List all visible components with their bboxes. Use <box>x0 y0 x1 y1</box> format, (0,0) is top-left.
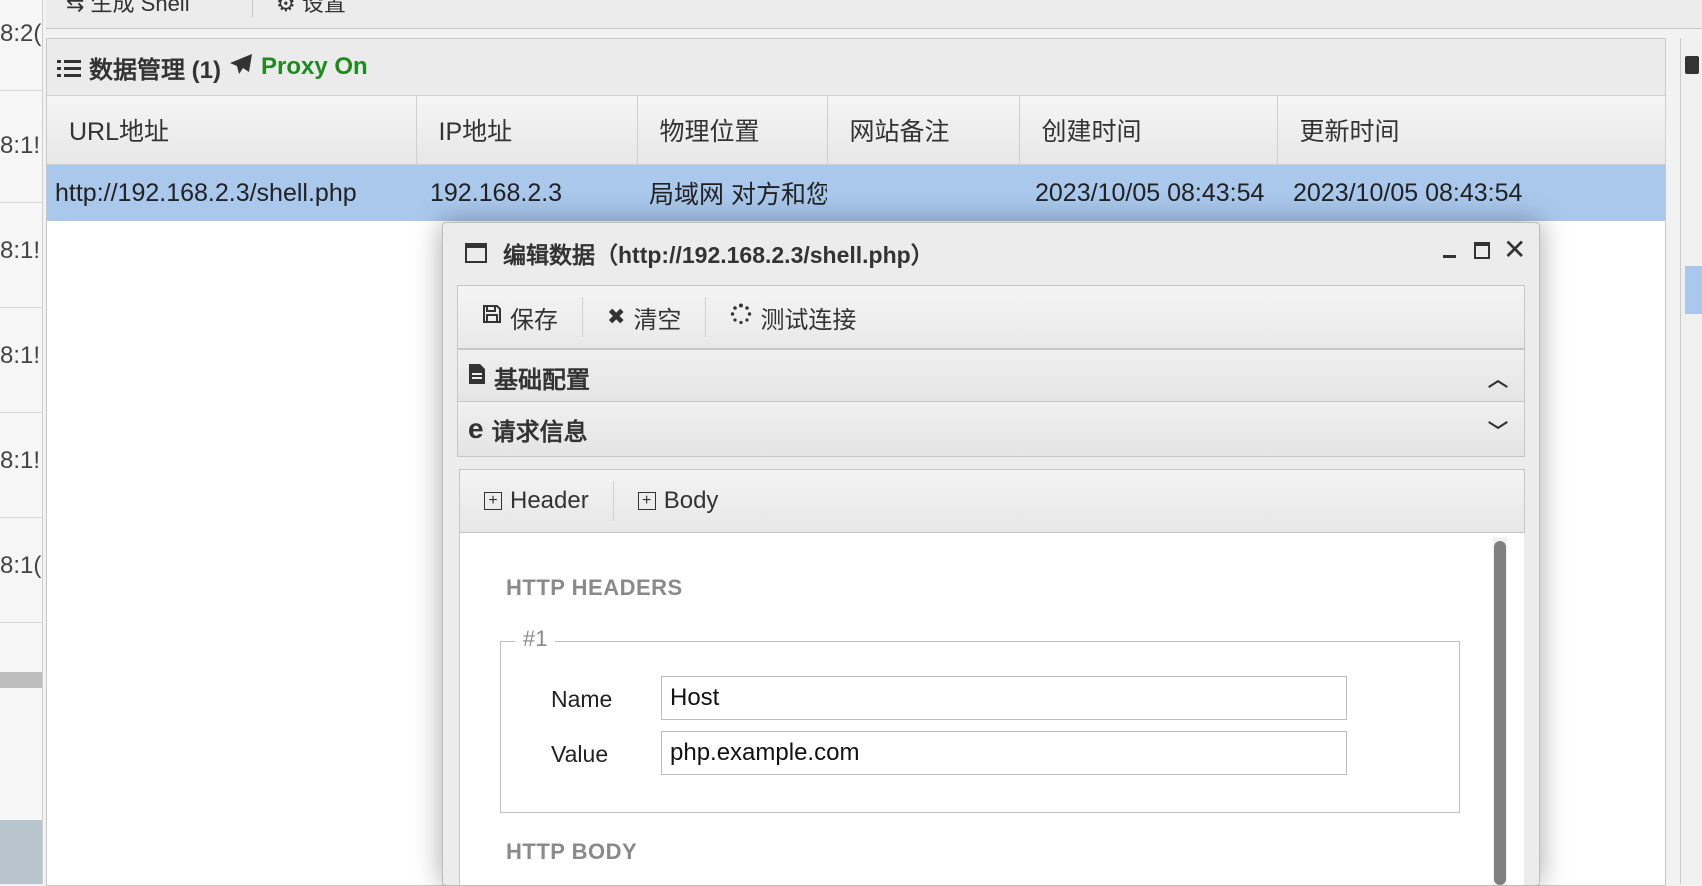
timestamp-cell: 8:1! <box>0 300 42 413</box>
top-toolbar: ⇆ 生成 Shell ⚙ 设置 <box>46 0 1702 29</box>
selected-item-edge[interactable] <box>1685 266 1702 314</box>
floppy-icon <box>482 304 502 330</box>
timestamp-cell: 8:1! <box>0 405 42 518</box>
generate-shell-button[interactable]: ⇆ 生成 Shell <box>66 0 190 18</box>
plus-square-icon: + <box>637 492 656 510</box>
cell-created: 2023/10/05 08:43:54 <box>1019 164 1277 221</box>
document-icon <box>468 363 486 391</box>
timestamp-cell: 8:1! <box>0 90 42 203</box>
name-label: Name <box>551 686 613 712</box>
header-name-input[interactable] <box>661 676 1347 720</box>
horizontal-scrollbar[interactable] <box>0 672 42 688</box>
cell-updated: 2023/10/05 08:43:54 <box>1277 164 1665 221</box>
cell-ip: 192.168.2.3 <box>416 164 637 221</box>
list-icon <box>57 57 81 77</box>
header-group: #1 Name Value <box>500 626 1460 813</box>
minimize-button[interactable] <box>1439 239 1461 261</box>
test-connection-button[interactable]: 测试连接 <box>706 297 880 337</box>
request-info-label: 请求信息 <box>491 418 588 446</box>
clear-button[interactable]: ✖ 清空 <box>583 297 707 337</box>
panel-header: 数据管理 (1) Proxy On <box>47 39 1665 96</box>
accordion-request-info[interactable]: e 请求信息 ﹀ <box>457 401 1525 457</box>
accordion-basic-config[interactable]: 基础配置 ︿ <box>457 349 1525 405</box>
maximize-button[interactable] <box>1471 239 1493 261</box>
settings-label: 设置 <box>301 0 346 16</box>
vertical-scrollbar[interactable] <box>1493 537 1507 885</box>
test-connection-label: 测试连接 <box>760 306 857 334</box>
column-header-updated[interactable]: 更新时间 <box>1277 96 1666 165</box>
spinner-icon <box>730 303 752 331</box>
tab-header[interactable]: + Header <box>460 481 614 521</box>
column-header-created[interactable]: 创建时间 <box>1019 96 1278 165</box>
column-header-location[interactable]: 物理位置 <box>637 96 828 165</box>
edit-data-dialog: 编辑数据（http://192.168.2.3/shell.php） ✕ 保存 … <box>442 222 1540 886</box>
edge-browser-icon: e <box>468 413 484 444</box>
x-icon: ✖ <box>607 304 626 329</box>
http-headers-title: HTTP HEADERS <box>506 575 683 600</box>
gear-icon: ⚙ <box>276 0 302 16</box>
plus-square-icon: + <box>484 492 502 510</box>
column-header-ip[interactable]: IP地址 <box>416 96 638 165</box>
column-header-note[interactable]: 网站备注 <box>827 96 1020 165</box>
dialog-titlebar[interactable]: 编辑数据（http://192.168.2.3/shell.php） ✕ <box>443 223 1539 283</box>
chevron-down-icon: ﹀ <box>1488 420 1508 443</box>
toolbar-divider <box>252 0 253 18</box>
clear-label: 清空 <box>633 306 682 334</box>
left-timestamp-strip: 8:2( 8:1! 8:1! 8:1! 8:1! 8:1( <box>0 0 43 884</box>
folder-icon <box>1685 56 1699 74</box>
cell-note <box>827 164 1019 221</box>
save-label: 保存 <box>510 306 558 334</box>
dialog-title: 编辑数据（http://192.168.2.3/shell.php） <box>503 242 934 268</box>
cell-url: http://192.168.2.3/shell.php <box>47 164 416 221</box>
timestamp-cell: 8:1( <box>0 510 42 623</box>
table-row[interactable]: http://192.168.2.3/shell.php 192.168.2.3… <box>47 164 1665 221</box>
proxy-status: Proxy On <box>261 53 368 80</box>
data-table: URL地址 IP地址 物理位置 网站备注 创建时间 更新时间 http://19… <box>47 96 1666 221</box>
cell-location: 局域网 对方和您f <box>637 164 827 221</box>
shell-icon: ⇆ <box>66 0 91 16</box>
column-header-url[interactable]: URL地址 <box>47 96 417 165</box>
tab-body-label: Body <box>663 487 719 514</box>
paper-plane-icon <box>229 53 253 81</box>
request-content-area: HTTP HEADERS #1 Name Value HTTP BODY <box>459 533 1524 885</box>
value-label: Value <box>551 741 609 767</box>
table-header-row: URL地址 IP地址 物理位置 网站备注 创建时间 更新时间 <box>47 96 1666 165</box>
timestamp-cell: 8:2( <box>0 0 42 91</box>
generate-shell-label: 生成 Shell <box>90 0 190 16</box>
header-value-input[interactable] <box>661 731 1347 775</box>
window-icon <box>465 243 487 263</box>
timestamp-cell: 8:1! <box>0 195 42 308</box>
dialog-toolbar: 保存 ✖ 清空 测试连接 <box>457 285 1525 349</box>
panel-title: 数据管理 (1) <box>89 56 221 84</box>
settings-button[interactable]: ⚙ 设置 <box>276 0 346 18</box>
scrollbar-thumb[interactable] <box>1494 541 1506 885</box>
tab-body[interactable]: + Body <box>614 481 743 521</box>
chevron-up-icon: ︿ <box>1488 368 1508 391</box>
request-subtabs: + Header + Body <box>459 469 1525 533</box>
right-side-panel <box>1680 38 1702 884</box>
tab-header-label: Header <box>510 487 589 514</box>
save-button[interactable]: 保存 <box>458 297 583 337</box>
http-body-title: HTTP BODY <box>506 839 638 864</box>
header-group-legend: #1 <box>515 626 556 652</box>
status-block <box>0 820 42 884</box>
basic-config-label: 基础配置 <box>494 366 590 394</box>
close-button[interactable]: ✕ <box>1503 236 1526 264</box>
